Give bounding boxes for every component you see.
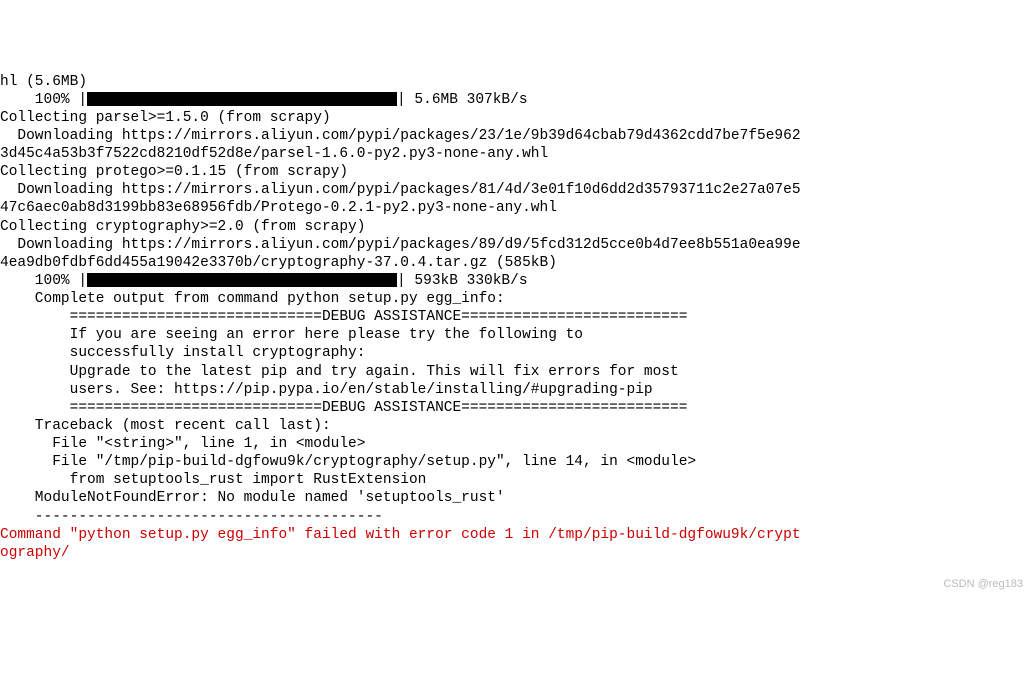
progress-bar-icon — [87, 273, 397, 287]
terminal-line: Collecting protego>=0.1.15 (from scrapy) — [0, 163, 1027, 181]
terminal-line: Downloading https://mirrors.aliyun.com/p… — [0, 127, 1027, 145]
terminal-line: 4ea9db0fdbf6dd455a19042e3370b/cryptograp… — [0, 254, 1027, 272]
terminal-line: hl (5.6MB) — [0, 73, 1027, 91]
traceback-line: File "<string>", line 1, in <module> — [0, 435, 1027, 453]
terminal-line: Upgrade to the latest pip and try again.… — [0, 363, 1027, 381]
terminal-line: successfully install cryptography: — [0, 344, 1027, 362]
terminal-line: Complete output from command python setu… — [0, 290, 1027, 308]
progress-line: 100% | | 5.6MB 307kB/s — [0, 91, 1027, 109]
terminal-line: Collecting parsel>=1.5.0 (from scrapy) — [0, 109, 1027, 127]
debug-assistance-header: =============================DEBUG ASSIS… — [0, 308, 1027, 326]
terminal-line: Collecting cryptography>=2.0 (from scrap… — [0, 218, 1027, 236]
terminal-line: If you are seeing an error here please t… — [0, 326, 1027, 344]
command-failed-error: ography/ — [0, 544, 1027, 562]
error-module-not-found: ModuleNotFoundError: No module named 'se… — [0, 489, 1027, 507]
progress-line: 100% | | 593kB 330kB/s — [0, 272, 1027, 290]
watermark: CSDN @reg183 — [943, 578, 1023, 592]
command-failed-error: Command "python setup.py egg_info" faile… — [0, 526, 1027, 544]
traceback-line: from setuptools_rust import RustExtensio… — [0, 471, 1027, 489]
terminal-line: users. See: https://pip.pypa.io/en/stabl… — [0, 381, 1027, 399]
traceback-line: File "/tmp/pip-build-dgfowu9k/cryptograp… — [0, 453, 1027, 471]
terminal-line: 3d45c4a53b3f7522cd8210df52d8e/parsel-1.6… — [0, 145, 1027, 163]
progress-percent: 100% | — [0, 273, 87, 289]
progress-stats: | 5.6MB 307kB/s — [397, 92, 528, 108]
terminal-line: Downloading https://mirrors.aliyun.com/p… — [0, 236, 1027, 254]
progress-bar-icon — [87, 92, 397, 106]
separator-line: ---------------------------------------- — [0, 508, 1027, 526]
terminal-line: 47c6aec0ab8d3199bb83e68956fdb/Protego-0.… — [0, 199, 1027, 217]
progress-percent: 100% | — [0, 92, 87, 108]
progress-stats: | 593kB 330kB/s — [397, 273, 528, 289]
debug-assistance-footer: =============================DEBUG ASSIS… — [0, 399, 1027, 417]
traceback-header: Traceback (most recent call last): — [0, 417, 1027, 435]
terminal-line: Downloading https://mirrors.aliyun.com/p… — [0, 181, 1027, 199]
